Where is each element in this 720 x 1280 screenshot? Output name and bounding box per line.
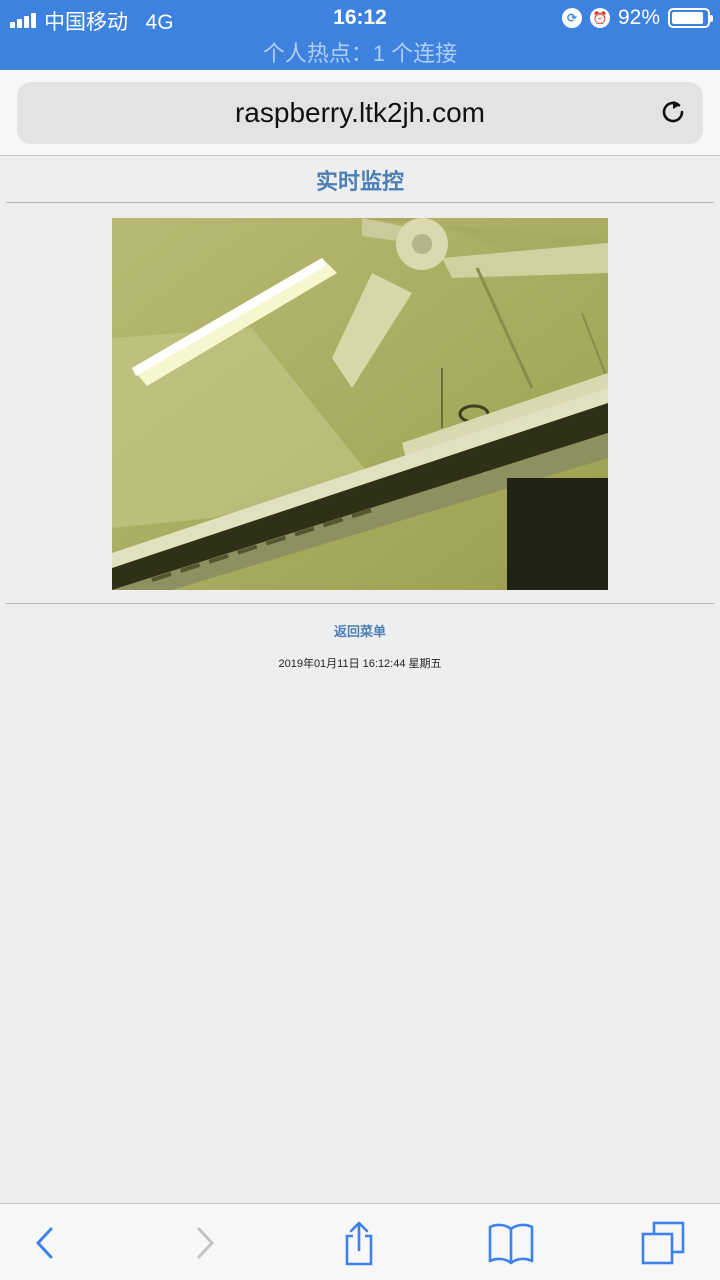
forward-icon[interactable]	[180, 1218, 230, 1268]
address-bar[interactable]: raspberry.ltk2jh.com	[17, 82, 703, 144]
reload-icon[interactable]	[657, 96, 689, 128]
battery-icon	[668, 8, 713, 28]
browser-toolbar	[0, 1203, 720, 1280]
hotspot-banner[interactable]: 个人热点：1 个连接	[0, 36, 720, 68]
back-to-menu-link[interactable]: 返回菜单	[0, 621, 720, 640]
browser-address-area: raspberry.ltk2jh.com	[0, 70, 720, 156]
bookmarks-icon[interactable]	[486, 1218, 536, 1268]
camera-feed-image	[112, 218, 608, 590]
divider	[6, 603, 714, 604]
divider	[6, 202, 714, 203]
url-text[interactable]: raspberry.ltk2jh.com	[17, 97, 703, 129]
back-icon[interactable]	[20, 1218, 70, 1268]
share-icon[interactable]	[334, 1218, 384, 1268]
battery-percent: 92%	[617, 6, 660, 29]
timestamp: 2019年01月11日 16:12:44 星期五	[278, 658, 442, 670]
orientation-lock-icon: ⟳	[561, 8, 582, 28]
page-title: 实时监控	[315, 169, 404, 194]
status-bar: 中国移动 4G 16:12 ⟳ ⏰ 92% 个人热点：1 个连接	[0, 0, 720, 70]
alarm-icon: ⏰	[589, 8, 610, 28]
tabs-icon[interactable]	[638, 1218, 688, 1268]
